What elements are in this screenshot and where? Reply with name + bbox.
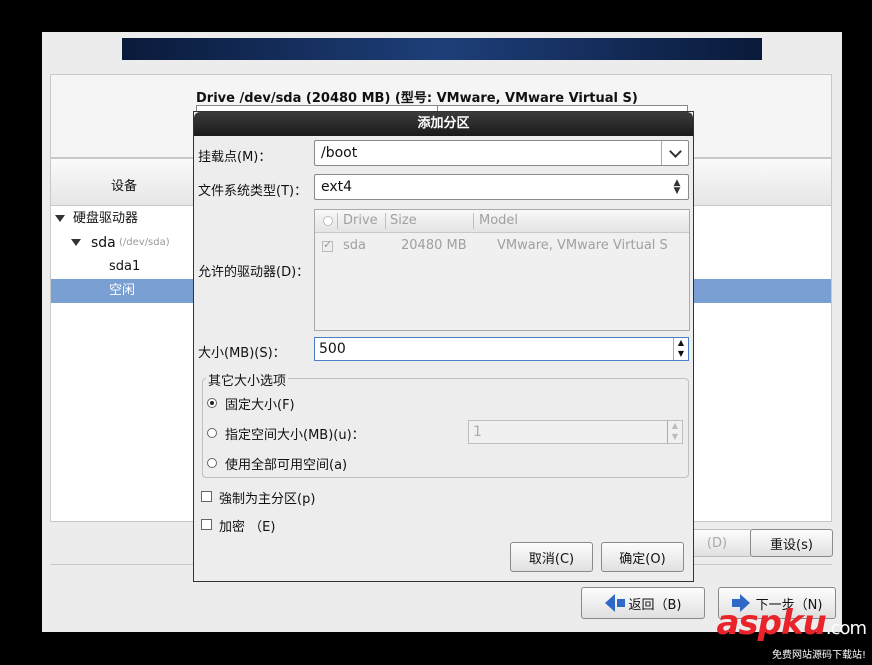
fill-up-to-label[interactable]: 指定空间大小(MB)(u)：: [225, 424, 365, 443]
fill-all-label[interactable]: 使用全部可用空间(a): [225, 454, 347, 473]
tree-row-label: sda: [91, 235, 116, 251]
checkmark-icon: ✓: [323, 238, 333, 251]
back-button-label: 返回（B): [628, 597, 682, 613]
mount-point-value[interactable]: /boot: [321, 145, 357, 161]
size-spinbox[interactable]: 500 ▲ ▼: [314, 337, 689, 361]
allowed-drives-label: 允许的驱动器(D)：: [198, 265, 310, 280]
tree-expander-icon[interactable]: [55, 207, 73, 231]
drive-name: sda: [343, 238, 366, 253]
mount-point-label: 挂载点(M)：: [198, 150, 272, 165]
logo-tld: .com: [825, 618, 867, 639]
back-button[interactable]: 返回（B): [581, 587, 705, 619]
aspku-logo: aspku.com: [716, 603, 867, 646]
force-primary-checkbox[interactable]: [201, 491, 212, 502]
tree-row-sublabel: (/dev/sda): [119, 237, 170, 248]
table-row: ✓ sda 20480 MB VMware, VMware Virtual S: [315, 210, 689, 260]
spinner-arrows-icon[interactable]: ▲ ▼: [673, 338, 688, 360]
drive-checkbox: ✓: [322, 238, 333, 252]
other-size-options-title: 其它大小选项: [206, 370, 289, 389]
chevron-down-icon[interactable]: [661, 141, 688, 165]
add-partition-dialog: 添加分区 挂载点(M)： /boot 文件系统类型(T)： ext4 ▲ ▼ 允许…: [193, 111, 694, 582]
logo-main: aspku: [716, 603, 826, 643]
drive-title: Drive /dev/sda (20480 MB) (型号: VMware, V…: [196, 91, 638, 106]
fs-type-select[interactable]: ext4 ▲ ▼: [314, 174, 689, 200]
max-size-spinbox[interactable]: 1 ▲ ▼: [468, 420, 683, 444]
mount-point-combo[interactable]: /boot: [314, 140, 689, 166]
allowed-drives-table: Drive Size Model ✓ sda 20480 MB VMware, …: [314, 209, 690, 331]
aspku-watermark: aspku.com 免费网站源码下载站!: [716, 603, 867, 661]
tree-row-label: sda1: [109, 259, 141, 274]
drive-model: VMware, VMware Virtual S: [497, 238, 668, 253]
tree-row-label: 硬盘驱动器: [73, 211, 139, 226]
tree-header-device: 设备: [111, 179, 138, 194]
max-size-value: 1: [473, 424, 482, 440]
encrypt-label[interactable]: 加密 （E): [219, 516, 275, 535]
reset-button[interactable]: 重设(s): [750, 529, 833, 557]
dialog-title[interactable]: 添加分区: [194, 112, 693, 136]
fixed-size-radio[interactable]: [207, 398, 217, 408]
cancel-button[interactable]: 取消(C): [510, 542, 593, 572]
force-primary-label[interactable]: 強制为主分区(p): [219, 488, 315, 507]
installer-banner: [122, 38, 762, 60]
fill-up-to-radio[interactable]: [207, 428, 217, 438]
arrow-left-icon: [604, 594, 629, 612]
fs-type-value: ext4: [321, 179, 353, 195]
fill-all-radio[interactable]: [207, 458, 217, 468]
fs-type-label: 文件系统类型(T)：: [198, 184, 308, 199]
size-value[interactable]: 500: [319, 341, 346, 357]
tree-expander-icon[interactable]: [71, 231, 89, 255]
tree-row-label: 空闲: [109, 283, 136, 298]
fixed-size-label[interactable]: 固定大小(F): [225, 394, 295, 413]
encrypt-checkbox[interactable]: [201, 519, 212, 530]
ok-button[interactable]: 确定(O): [601, 542, 684, 572]
watermark-tagline: 免费网站源码下载站!: [771, 650, 866, 661]
size-label: 大小(MB)(S)：: [198, 346, 286, 361]
spinner-arrows-icon: ▲ ▼: [667, 421, 682, 443]
drive-size: 20480 MB: [401, 238, 467, 253]
updown-icon: ▲ ▼: [673, 178, 681, 196]
